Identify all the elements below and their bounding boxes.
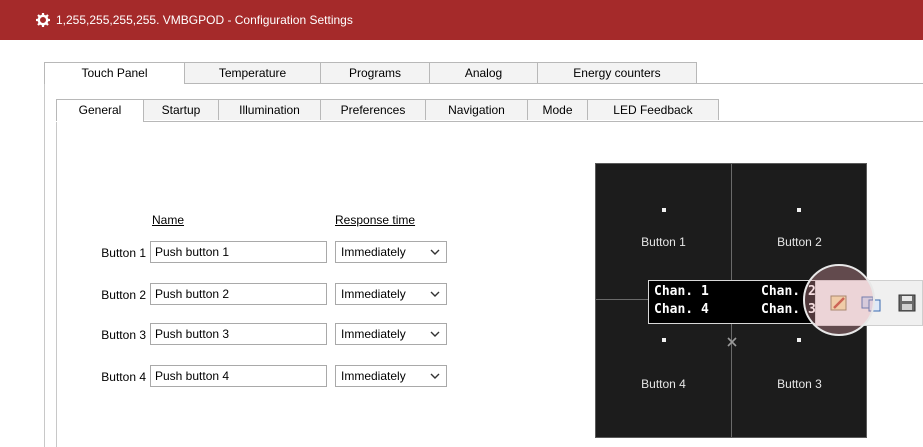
lcd-line2-left: Chan. 4 (654, 302, 709, 317)
button-1-label: Button 1 (101, 246, 146, 260)
tab-mode[interactable]: Mode (527, 99, 588, 120)
button-2-name-field[interactable] (150, 283, 327, 305)
button-3-response-value: Immediately (341, 327, 406, 341)
tab-general[interactable]: General (56, 99, 144, 121)
button-2-led (797, 208, 801, 212)
button-3-led (797, 338, 801, 342)
title-bar: 1,255,255,255,255. VMBGPOD - Configurati… (0, 0, 923, 40)
button-2-label: Button 2 (101, 288, 146, 302)
button-1-response-select[interactable]: Immediately (335, 241, 447, 263)
tab-startup[interactable]: Startup (143, 99, 219, 120)
tab-programs[interactable]: Programs (320, 62, 430, 83)
tab-temperature[interactable]: Temperature (184, 62, 321, 83)
preview-button-3[interactable]: Button 3 (732, 377, 867, 391)
lcd-display[interactable]: Chan. 1 Chan. 2 Chan. 4 Chan. 3 (648, 280, 825, 324)
button-2-response-select[interactable]: Immediately (335, 283, 447, 305)
preview-button-2[interactable]: Button 2 (732, 235, 867, 249)
tab-preferences[interactable]: Preferences (320, 99, 426, 120)
chevron-down-icon (430, 291, 440, 297)
button-4-response-select[interactable]: Immediately (335, 365, 447, 387)
button-4-led (662, 338, 666, 342)
chevron-down-icon (430, 373, 440, 379)
gear-icon (36, 13, 50, 27)
chevron-down-icon (430, 331, 440, 337)
tab-illumination[interactable]: Illumination (218, 99, 321, 120)
button-3-response-select[interactable]: Immediately (335, 323, 447, 345)
preview-button-4[interactable]: Button 4 (596, 377, 731, 391)
button-3-label: Button 3 (101, 328, 146, 342)
button-1-response-value: Immediately (341, 245, 406, 259)
tab-energy-counters[interactable]: Energy counters (537, 62, 697, 83)
tab-led-feedback[interactable]: LED Feedback (587, 99, 719, 120)
sub-tab-strip: General Startup Illumination Preferences… (56, 99, 719, 121)
magnifier-highlight (803, 264, 875, 336)
button-3-name-field[interactable] (150, 323, 327, 345)
name-column-header: Name (152, 213, 185, 227)
tab-analog[interactable]: Analog (429, 62, 538, 83)
tab-touch-panel[interactable]: Touch Panel (44, 62, 185, 84)
window-title: 1,255,255,255,255. VMBGPOD - Configurati… (56, 13, 353, 27)
response-column-header: Response time (335, 213, 416, 227)
button-1-led (662, 208, 666, 212)
button-4-response-value: Immediately (341, 369, 406, 383)
preview-button-1[interactable]: Button 1 (596, 235, 731, 249)
main-tab-strip: Touch Panel Temperature Programs Analog … (44, 62, 697, 84)
button-4-label: Button 4 (101, 370, 146, 384)
tab-navigation[interactable]: Navigation (425, 99, 528, 120)
lcd-line1-left: Chan. 1 (654, 284, 709, 299)
button-2-response-value: Immediately (341, 287, 406, 301)
button-4-name-field[interactable] (150, 365, 327, 387)
button-1-name-field[interactable] (150, 241, 327, 263)
close-icon[interactable] (727, 337, 737, 347)
save-icon[interactable] (896, 292, 918, 314)
chevron-down-icon (430, 249, 440, 255)
